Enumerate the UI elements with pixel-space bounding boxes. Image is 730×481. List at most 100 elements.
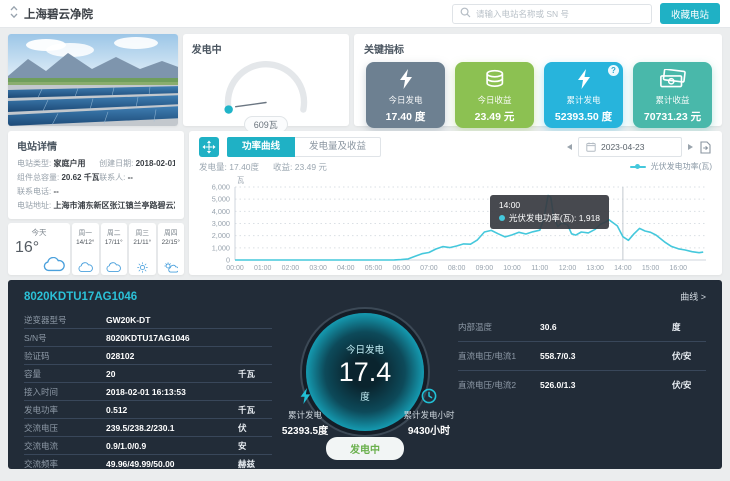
income-value: 23.49 元 [295, 162, 327, 172]
svg-text:瓦: 瓦 [237, 176, 244, 185]
table-row: 发电功率0.512千瓦 [24, 401, 272, 419]
svg-text:6,000: 6,000 [212, 183, 230, 192]
inverter-info-table: 逆变器型号GW20K-DTS/N号8020KDTU17AG1046验证码0281… [24, 311, 272, 461]
weather-day: 周一 [78, 227, 92, 237]
calendar-icon [586, 142, 596, 152]
svg-text:10:00: 10:00 [503, 265, 521, 272]
row-value: 0.9/1.0/0.9 [106, 441, 238, 451]
svg-text:05:00: 05:00 [365, 265, 383, 272]
row-unit: 千瓦 [238, 404, 272, 416]
power-gauge-card: 发电中 609瓦 [183, 34, 349, 126]
detail-pair: 组件总容量: 20.62 千瓦 [17, 171, 99, 185]
power-chart-svg: 01,0002,0003,0004,0005,0006,000瓦00:0001:… [199, 175, 712, 273]
svg-text:00:00: 00:00 [226, 265, 244, 272]
search-input[interactable] [476, 9, 644, 19]
chart-tabs: 功率曲线发电量及收益 [227, 137, 381, 157]
kpi-label: 累计收益 [633, 94, 712, 106]
row-unit: 度 [672, 321, 706, 333]
detail-pair: 联系人: -- [99, 171, 175, 185]
svg-text:06:00: 06:00 [392, 265, 410, 272]
kpi-value: 52393.50 度 [544, 109, 623, 124]
power-curve-chart[interactable]: 01,0002,0003,0004,0005,0006,000瓦00:0001:… [199, 175, 712, 273]
export-icon[interactable] [699, 141, 712, 154]
weather-temp: 17/11° [105, 239, 123, 246]
daily-generation-unit: 度 [360, 389, 370, 403]
weather-temp: 22/15° [162, 239, 180, 246]
weather-card-1: 周一 14/12° [72, 223, 99, 275]
detail-value: 20.62 千瓦 [61, 173, 99, 182]
move-chart-button[interactable] [199, 137, 219, 157]
tab-generation-income[interactable]: 发电量及收益 [295, 137, 381, 157]
svg-text:0: 0 [226, 256, 230, 265]
table-row: 直流电压/电流2526.0/1.3伏/安 [458, 371, 706, 399]
station-photo [8, 34, 178, 126]
weather-card-0: 今天16° [8, 223, 70, 275]
help-icon[interactable]: ? [608, 65, 619, 76]
station-detail-card: 电站详情 电站类型: 家庭户用创建日期: 2018-02-01组件总容量: 20… [8, 131, 184, 219]
topbar-right: 收藏电站 [452, 3, 720, 24]
table-row: 验证码028102 [24, 347, 272, 365]
detail-pair: 电站地址: 上海市浦东新区张江镇兰亭路碧云净院 [17, 199, 175, 213]
prev-date-button[interactable] [567, 144, 572, 150]
table-row: 交流电压239.5/238.2/230.1伏 [24, 419, 272, 437]
row-value: 20 [106, 369, 238, 379]
search-box[interactable] [452, 4, 652, 24]
kpi-card-3: 累计收益 70731.23 元 [633, 62, 712, 128]
content: 发电中 609瓦 关键指标 今日发电17.40 度今日收益23.49 元?累计发… [0, 28, 730, 475]
weather-temp: 21/11° [133, 239, 151, 246]
detail-label: 电站类型: [17, 159, 53, 168]
cloud-icon [78, 262, 93, 273]
kpi-value: 70731.23 元 [633, 109, 712, 124]
station-name: 上海碧云净院 [24, 6, 93, 22]
detail-value: -- [128, 173, 133, 182]
power-gauge [210, 56, 322, 118]
generating-status-button[interactable]: 发电中 [326, 437, 404, 460]
kpi-card-1: 今日收益23.49 元 [455, 62, 534, 128]
curve-link[interactable]: 曲线 > [680, 290, 706, 303]
row-label: 直流电压/电流1 [458, 350, 540, 362]
svg-text:03:00: 03:00 [309, 265, 327, 272]
row-label: 直流电压/电流2 [458, 379, 540, 391]
lightning-icon [299, 388, 312, 404]
svg-text:4,000: 4,000 [212, 207, 230, 216]
table-row: 逆变器型号GW20K-DT [24, 311, 272, 329]
favorite-station-button[interactable]: 收藏电站 [660, 3, 720, 24]
weather-card-3: 周三 21/11° [129, 223, 156, 275]
row-value: 028102 [106, 351, 238, 361]
app-root: 上海碧云净院 收藏电站 [0, 0, 730, 481]
banknotes-icon [633, 69, 712, 92]
weather-temp: 14/12° [76, 239, 94, 246]
svg-text:09:00: 09:00 [476, 265, 494, 272]
middle-row: 电站详情 电站类型: 家庭户用创建日期: 2018-02-01组件总容量: 20… [8, 131, 722, 275]
total-hours: 累计发电小时 9430小时 [392, 388, 466, 437]
kpi-card-0: 今日发电17.40 度 [366, 62, 445, 128]
table-row: 容量20千瓦 [24, 365, 272, 383]
gauge-status-label: 发电中 [192, 41, 340, 56]
daily-generation-label: 今日发电 [346, 342, 384, 356]
svg-text:07:00: 07:00 [420, 265, 438, 272]
chart-legend[interactable]: 光伏发电功率(瓦) [630, 161, 712, 172]
svg-text:08:00: 08:00 [448, 265, 466, 272]
inverter-panel-body: 逆变器型号GW20K-DTS/N号8020KDTU17AG1046验证码0281… [24, 311, 706, 461]
inverter-panel: 8020KDTU17AG1046 曲线 > 逆变器型号GW20K-DTS/N号8… [8, 280, 722, 469]
row-value: GW20K-DT [106, 315, 238, 325]
weather-day: 周四 [164, 227, 178, 237]
income-label: 收益: [273, 162, 292, 172]
station-switcher[interactable]: 上海碧云净院 [10, 5, 93, 22]
weather-day: 今天 [32, 227, 47, 238]
table-row: 接入时间2018-02-01 16:13:53 [24, 383, 272, 401]
row-unit: 赫兹 [238, 458, 272, 470]
detail-label: 电站地址: [17, 201, 53, 210]
detail-value: 家庭户用 [53, 159, 85, 168]
search-icon [460, 7, 471, 21]
row-value: 526.0/1.3 [540, 380, 672, 390]
tab-power-curve[interactable]: 功率曲线 [227, 137, 295, 157]
detail-pair: 电站类型: 家庭户用 [17, 157, 99, 171]
weather-day: 周三 [135, 227, 149, 237]
svg-text:02:00: 02:00 [282, 265, 300, 272]
chart-plot-wrap: 01,0002,0003,0004,0005,0006,000瓦00:0001:… [199, 175, 712, 273]
kpi-label: 今日发电 [366, 94, 445, 106]
series-line-icon [630, 166, 646, 168]
next-date-button[interactable] [688, 144, 693, 150]
date-picker[interactable]: 2023-04-23 [578, 137, 682, 157]
